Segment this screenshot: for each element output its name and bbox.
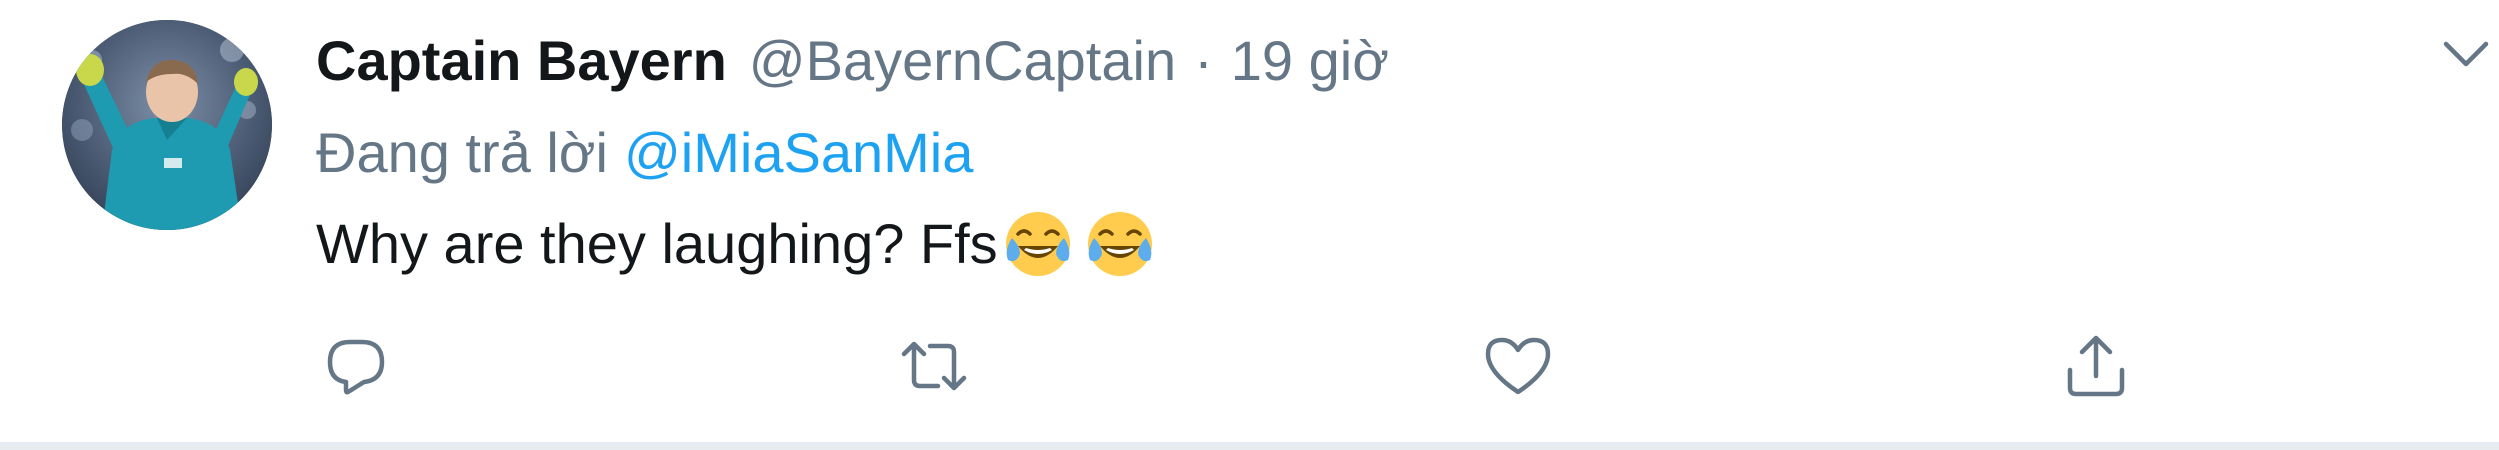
face-with-tears-of-joy-icon — [1087, 212, 1152, 276]
chevron-down-icon — [2443, 41, 2489, 67]
tweet-body: Why are they laughing? Ffs — [316, 212, 998, 275]
user-handle[interactable]: @BayernCaptain — [749, 26, 1176, 96]
face-with-tears-of-joy-icon — [1005, 212, 1070, 276]
retweet-icon — [901, 341, 967, 391]
tweet-card[interactable]: Captain Bayern @BayernCaptain · 19 giờ Đ… — [0, 0, 2499, 450]
separator-dot: · — [1194, 29, 1213, 92]
tweet-header: Captain Bayern @BayernCaptain · 19 giờ — [316, 26, 1389, 96]
reply-icon — [327, 339, 385, 395]
reply-button[interactable] — [320, 330, 392, 402]
avatar-image — [62, 20, 272, 230]
reply-mention-link[interactable]: @iMiaSanMia — [624, 121, 973, 184]
tweet-text: Why are they laughing? Ffs — [316, 208, 1156, 280]
retweet-button[interactable] — [898, 330, 970, 402]
display-name[interactable]: Captain Bayern — [316, 26, 727, 96]
share-button[interactable] — [2060, 330, 2132, 402]
more-options-button[interactable] — [2440, 28, 2492, 80]
timestamp[interactable]: 19 giờ — [1231, 26, 1389, 96]
reply-context: Đang trả lời @iMiaSanMia — [316, 118, 973, 188]
share-icon — [2067, 335, 2125, 397]
like-button[interactable] — [1482, 330, 1554, 402]
reply-prefix: Đang trả lời — [316, 121, 608, 184]
heart-icon — [1485, 337, 1551, 395]
avatar[interactable] — [62, 20, 272, 230]
tweet-divider — [0, 442, 2499, 450]
tweet-actions — [0, 322, 2499, 412]
